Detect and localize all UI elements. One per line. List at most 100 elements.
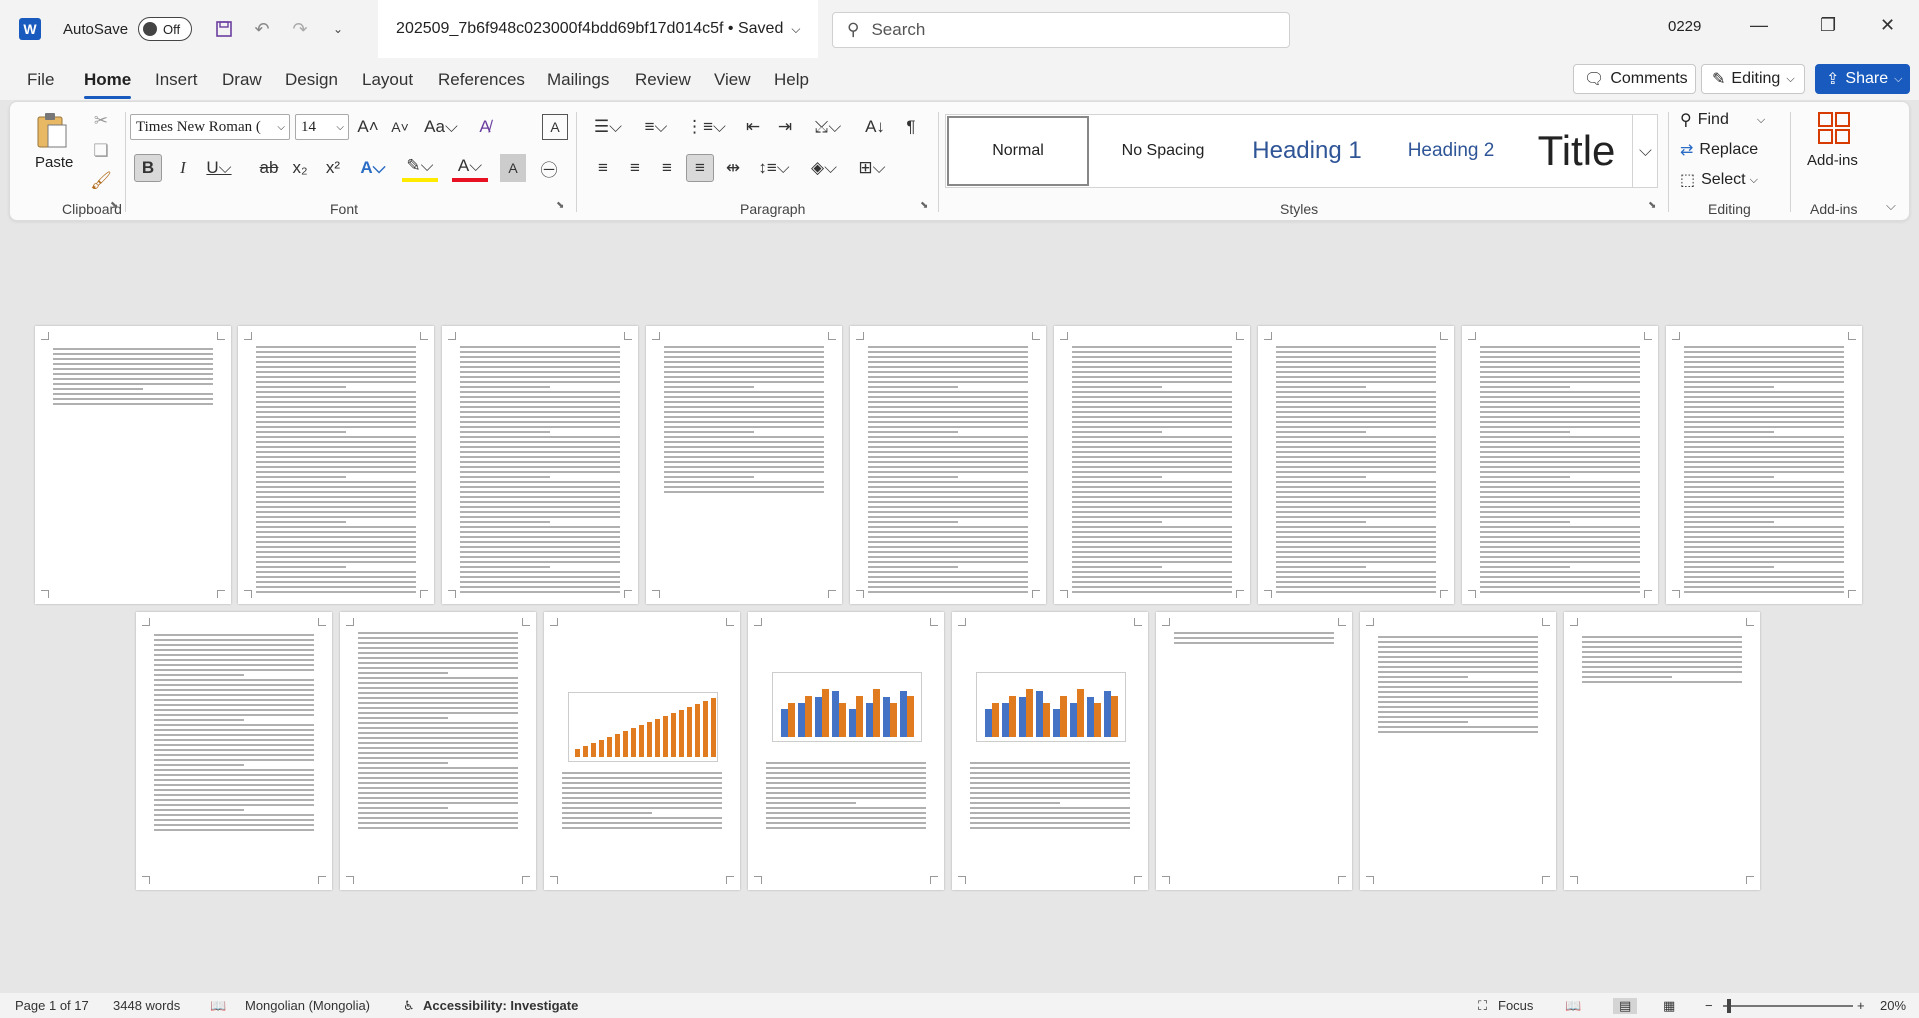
distributed-icon[interactable]: ⇹: [720, 154, 746, 182]
highlight-icon[interactable]: ✎⌵: [402, 154, 438, 182]
tab-home[interactable]: Home: [84, 70, 132, 99]
document-page[interactable]: [1564, 612, 1760, 890]
style-normal[interactable]: Normal: [947, 116, 1089, 186]
italic-icon[interactable]: I: [170, 154, 196, 182]
tab-insert[interactable]: Insert: [155, 70, 198, 90]
superscript-icon[interactable]: x²: [320, 154, 346, 182]
document-page[interactable]: [340, 612, 536, 890]
style-title[interactable]: Title: [1524, 116, 1629, 186]
zoom-slider[interactable]: [1723, 1005, 1853, 1007]
numbering-icon[interactable]: ≡⌵: [638, 114, 674, 140]
strikethrough-icon[interactable]: ab: [256, 154, 282, 182]
borders-icon[interactable]: ⊞⌵: [854, 154, 890, 182]
share-button[interactable]: ⇪ Share ⌵: [1815, 64, 1910, 94]
text-direction-icon[interactable]: ⤩⌵: [810, 114, 846, 140]
shrink-font-icon[interactable]: A˅: [387, 114, 413, 140]
print-layout-icon[interactable]: ▤: [1613, 998, 1638, 1014]
dialog-launcher-icon[interactable]: ⬊: [110, 200, 118, 211]
restore-icon[interactable]: ❐: [1820, 15, 1836, 36]
cut-icon[interactable]: ✂: [90, 110, 112, 132]
focus-button[interactable]: Focus: [1498, 998, 1533, 1013]
bullets-icon[interactable]: ☰⌵: [590, 114, 626, 140]
select-button[interactable]: ⬚ Select ⌵: [1680, 170, 1758, 190]
document-page[interactable]: [35, 326, 231, 604]
document-page[interactable]: [1666, 326, 1862, 604]
editing-mode-button[interactable]: ✎ Editing ⌵: [1701, 64, 1805, 94]
document-page[interactable]: [1054, 326, 1250, 604]
shading-icon[interactable]: ◈⌵: [806, 154, 842, 182]
text-effects-icon[interactable]: A⌵: [355, 154, 391, 182]
comments-button[interactable]: 🗨 Comments: [1573, 64, 1696, 94]
document-title[interactable]: 202509_7b6f948c023000f4bdd69bf17d014c5f …: [378, 0, 819, 58]
document-page[interactable]: [1462, 326, 1658, 604]
save-icon[interactable]: [210, 15, 238, 43]
sort-icon[interactable]: A↓: [862, 114, 888, 140]
minimize-icon[interactable]: —: [1750, 15, 1768, 36]
paste-label[interactable]: Paste: [35, 154, 73, 171]
find-button[interactable]: ⚲ Find ⌵: [1680, 110, 1765, 130]
zoom-level[interactable]: 20%: [1880, 998, 1906, 1013]
word-count[interactable]: 3448 words: [113, 998, 180, 1013]
document-page[interactable]: [1258, 326, 1454, 604]
customize-toolbar-icon[interactable]: ⌄: [324, 15, 352, 43]
decrease-indent-icon[interactable]: ⇤: [740, 114, 766, 140]
character-border-icon[interactable]: A: [542, 114, 568, 140]
align-right-icon[interactable]: ≡: [654, 154, 680, 182]
style-no-spacing[interactable]: No Spacing: [1092, 116, 1234, 186]
replace-button[interactable]: ⇄ Replace: [1680, 140, 1758, 160]
character-shading-icon[interactable]: A: [500, 154, 526, 182]
clear-formatting-icon[interactable]: A̸: [472, 114, 498, 140]
tab-file[interactable]: File: [27, 70, 54, 90]
autosave-toggle[interactable]: Off: [138, 17, 193, 41]
accessibility-status[interactable]: Accessibility: Investigate: [423, 998, 578, 1013]
justify-icon[interactable]: ≡: [686, 154, 714, 182]
align-left-icon[interactable]: ≡: [590, 154, 616, 182]
document-page[interactable]: [544, 612, 740, 890]
proofing-icon[interactable]: 📖: [210, 998, 226, 1014]
paste-icon[interactable]: [32, 110, 72, 152]
document-page[interactable]: [952, 612, 1148, 890]
grow-font-icon[interactable]: A˄: [355, 114, 381, 140]
document-page[interactable]: [136, 612, 332, 890]
read-mode-icon[interactable]: 📖: [1565, 998, 1581, 1014]
style-heading-1[interactable]: Heading 1: [1236, 116, 1378, 186]
dialog-launcher-icon[interactable]: ⬊: [1648, 200, 1656, 211]
page-count[interactable]: Page 1 of 17: [15, 998, 89, 1013]
document-page[interactable]: [1360, 612, 1556, 890]
collapse-ribbon-icon[interactable]: ⌵: [1886, 198, 1896, 214]
web-layout-icon[interactable]: ▦: [1663, 998, 1675, 1014]
zoom-in-icon[interactable]: +: [1857, 998, 1865, 1013]
increase-indent-icon[interactable]: ⇥: [772, 114, 798, 140]
undo-icon[interactable]: ↶: [248, 15, 276, 43]
document-page[interactable]: [850, 326, 1046, 604]
style-heading-2[interactable]: Heading 2: [1380, 116, 1522, 186]
user-account[interactable]: 0229: [1668, 18, 1701, 35]
document-page[interactable]: [1156, 612, 1352, 890]
document-page[interactable]: [646, 326, 842, 604]
paragraph-mark-icon[interactable]: ¶: [898, 114, 924, 140]
tab-help[interactable]: Help: [774, 70, 809, 90]
zoom-out-icon[interactable]: −: [1705, 998, 1713, 1013]
document-page[interactable]: [238, 326, 434, 604]
enclose-characters-icon[interactable]: ㊀: [536, 154, 562, 182]
subscript-icon[interactable]: x₂: [287, 154, 313, 182]
add-ins-icon[interactable]: [1816, 110, 1852, 146]
document-page[interactable]: [442, 326, 638, 604]
tab-view[interactable]: View: [714, 70, 751, 90]
search-input[interactable]: ⚲ Search: [832, 12, 1290, 48]
bold-icon[interactable]: B: [134, 154, 162, 182]
font-color-icon[interactable]: A⌵: [452, 154, 488, 182]
document-page[interactable]: [748, 612, 944, 890]
dialog-launcher-icon[interactable]: ⬊: [920, 200, 928, 211]
align-center-icon[interactable]: ≡: [622, 154, 648, 182]
dialog-launcher-icon[interactable]: ⬊: [556, 200, 564, 211]
tab-review[interactable]: Review: [635, 70, 691, 90]
tab-draw[interactable]: Draw: [222, 70, 262, 90]
line-spacing-icon[interactable]: ↕≡⌵: [756, 154, 792, 182]
font-size-box[interactable]: 14 ⌵: [295, 114, 349, 140]
tab-references[interactable]: References: [438, 70, 525, 90]
tab-design[interactable]: Design: [285, 70, 338, 90]
zoom-slider-thumb[interactable]: [1727, 999, 1731, 1013]
tab-mailings[interactable]: Mailings: [547, 70, 609, 90]
tab-layout[interactable]: Layout: [362, 70, 413, 90]
